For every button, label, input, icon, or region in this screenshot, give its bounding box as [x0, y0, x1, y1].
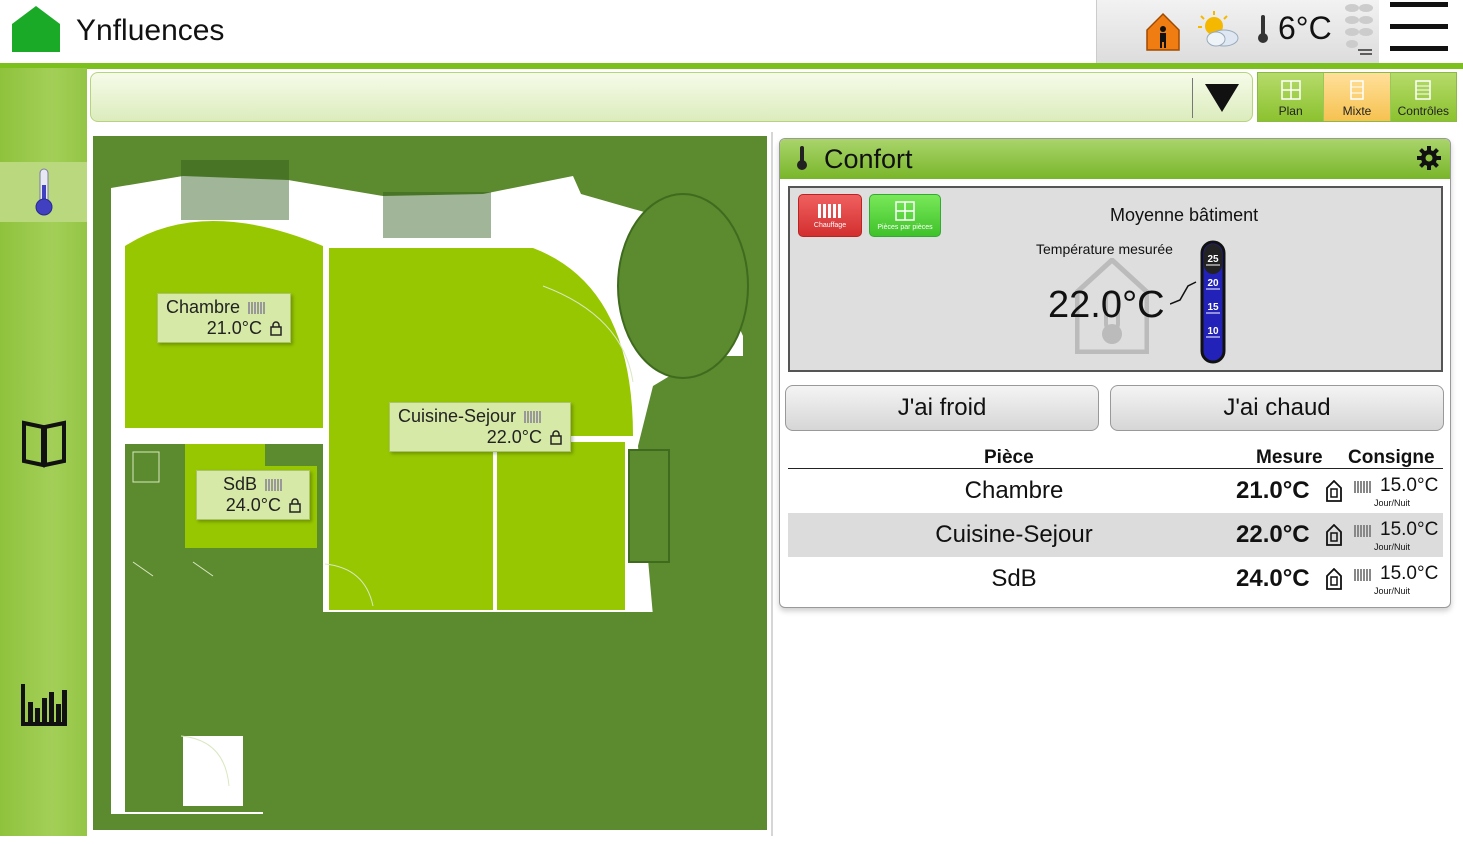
controls-icon	[1415, 80, 1432, 100]
tab-plan[interactable]: Plan	[1258, 73, 1325, 121]
radiator-icon	[248, 301, 267, 314]
lock-icon	[270, 321, 282, 336]
confort-panel: Confort Chauffage Pièces par pièces Moye…	[779, 138, 1451, 608]
table-header: Pièce Mesure Consigne	[788, 445, 1443, 469]
floor-plan-drawing	[93, 136, 767, 830]
average-temperature-value: 22.0°C	[1048, 284, 1165, 326]
tab-controles[interactable]: Contrôles	[1391, 73, 1456, 121]
radiator-icon	[524, 410, 543, 423]
tab-mixte[interactable]: Mixte	[1324, 73, 1391, 121]
thermometer-icon	[797, 146, 807, 170]
table-row[interactable]: Cuisine-Sejour 22.0°C 15.0°C Jour/Nuit	[788, 513, 1443, 557]
confort-header: Confort	[780, 139, 1450, 179]
radiator-icon	[265, 478, 284, 491]
home-occupied-icon[interactable]	[1146, 12, 1180, 52]
thermometer-icon	[35, 168, 52, 216]
radiator-icon	[1354, 569, 1372, 581]
room-table: Pièce Mesure Consigne Chambre 21.0°C 15.…	[788, 445, 1443, 601]
feel-hot-button[interactable]: J'ai chaud	[1110, 385, 1444, 431]
header-measure: Mesure	[1256, 447, 1323, 468]
status-bar	[0, 836, 1463, 844]
plan-icon	[1280, 80, 1301, 100]
header-setpoint: Consigne	[1348, 447, 1435, 468]
plan-icon	[895, 200, 915, 221]
lock-icon	[1326, 524, 1342, 546]
sidebar-item-statistics[interactable]	[0, 674, 87, 734]
floor-plan: Chambre 21.0°C Cuisine-Sejour 22.0°C SdB…	[93, 136, 767, 830]
feel-cold-button[interactable]: J'ai froid	[785, 385, 1099, 431]
rooms-button[interactable]: Pièces par pièces	[869, 194, 941, 237]
top-bar: Ynfluences 6°C	[0, 0, 1463, 64]
book-icon	[21, 420, 66, 468]
radiator-icon	[1354, 481, 1372, 493]
building-average-box: Chauffage Pièces par pièces Moyenne bâti…	[788, 186, 1443, 372]
view-tabs: Plan Mixte Contrôles	[1257, 72, 1457, 122]
gauge-tick-15: 15	[1207, 302, 1219, 313]
radiator-icon	[1354, 525, 1372, 537]
room-label-chambre[interactable]: Chambre 21.0°C	[157, 293, 291, 343]
gauge-tick-20: 20	[1207, 278, 1219, 289]
confort-title: Confort	[824, 144, 913, 174]
measured-temperature-label: Température mesurée	[1036, 241, 1173, 257]
lock-icon	[289, 498, 301, 513]
house-logo-icon	[12, 6, 60, 52]
lock-icon	[1326, 568, 1342, 590]
lock-icon	[550, 430, 562, 445]
gauge-tick-25: 25	[1207, 254, 1219, 265]
table-row[interactable]: Chambre 21.0°C 15.0°C Jour/Nuit	[788, 469, 1443, 513]
panel-divider	[771, 132, 773, 836]
sidebar-item-plans[interactable]	[0, 414, 87, 474]
menu-icon[interactable]	[1390, 0, 1448, 56]
header-room: Pièce	[984, 447, 1034, 468]
header-divider	[0, 63, 1463, 69]
app-title: Ynfluences	[76, 14, 225, 47]
chevron-down-icon[interactable]	[1202, 78, 1242, 118]
room-label-cuisine-sejour[interactable]: Cuisine-Sejour 22.0°C	[389, 402, 571, 452]
dropdown-separator	[1192, 78, 1193, 118]
partly-cloudy-icon	[1198, 11, 1239, 47]
radiator-icon	[818, 203, 841, 218]
heating-button[interactable]: Chauffage	[798, 194, 862, 237]
table-row[interactable]: SdB 24.0°C 15.0°C Jour/Nuit	[788, 557, 1443, 601]
outside-temperature: 6°C	[1278, 10, 1332, 46]
average-title: Moyenne bâtiment	[1110, 205, 1259, 225]
gauge-tick-10: 10	[1207, 326, 1219, 337]
location-selector[interactable]	[90, 72, 1253, 122]
temperature-gauge-icon: 25 20 15 10	[1170, 240, 1226, 364]
lock-icon	[1326, 480, 1342, 502]
bar-chart-icon	[20, 684, 67, 726]
thermometer-icon	[1258, 15, 1268, 43]
sidebar-item-comfort[interactable]	[0, 162, 87, 222]
wind-icon	[1345, 4, 1373, 55]
room-label-sdb[interactable]: SdB 24.0°C	[196, 470, 310, 520]
gear-icon[interactable]	[1416, 145, 1442, 171]
mixed-view-icon	[1350, 80, 1364, 100]
sidebar	[0, 68, 87, 844]
